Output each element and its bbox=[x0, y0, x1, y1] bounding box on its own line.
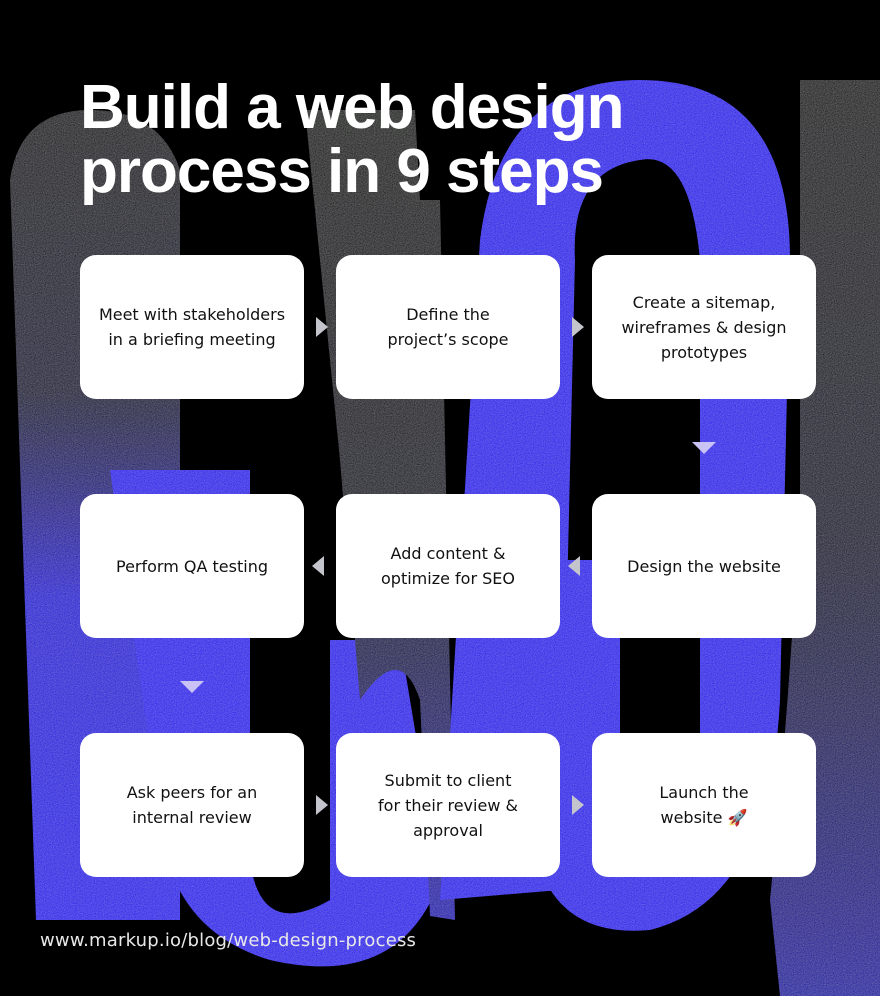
step-card-8: Submit to client for their review & appr… bbox=[336, 733, 560, 877]
step-card-7: Ask peers for an internal review bbox=[80, 733, 304, 877]
step-label: Submit to client for their review & appr… bbox=[378, 770, 518, 840]
title-line-1: Build a web design bbox=[80, 73, 625, 142]
step-label: Design the website bbox=[627, 556, 781, 576]
step-card-3: Create a sitemap, wireframes & design pr… bbox=[592, 255, 816, 399]
step-card-5: Add content & optimize for SEO bbox=[336, 494, 560, 638]
arrow-right-icon bbox=[572, 795, 584, 815]
arrow-right-icon bbox=[316, 317, 328, 337]
arrow-right-icon bbox=[316, 795, 328, 815]
step-label: Perform QA testing bbox=[116, 556, 268, 576]
step-card-6: Perform QA testing bbox=[80, 494, 304, 638]
arrow-right-icon bbox=[572, 317, 584, 337]
arrow-left-icon bbox=[312, 556, 324, 576]
step-card-2: Define the project’s scope bbox=[336, 255, 560, 399]
title-line-2: process in 9 steps bbox=[80, 137, 604, 206]
step-label: Create a sitemap, wireframes & design pr… bbox=[621, 292, 787, 362]
step-label: Launch the website 🚀 bbox=[659, 783, 749, 827]
step-card-9: Launch the website 🚀 bbox=[592, 733, 816, 877]
step-label: Add content & optimize for SEO bbox=[381, 544, 515, 588]
step-card-1: Meet with stakeholders in a briefing mee… bbox=[80, 255, 304, 399]
step-label: Meet with stakeholders in a briefing mee… bbox=[98, 305, 286, 349]
step-label: Ask peers for an internal review bbox=[126, 783, 258, 827]
step-label: Define the project’s scope bbox=[387, 305, 509, 349]
page-title: Build a web design process in 9 steps bbox=[80, 73, 625, 206]
arrow-down-icon bbox=[692, 442, 716, 454]
arrow-down-icon bbox=[180, 681, 204, 693]
arrow-left-icon bbox=[568, 556, 580, 576]
source-url: www.markup.io/blog/web-design-process bbox=[40, 930, 417, 951]
step-card-4: Design the website bbox=[592, 494, 816, 638]
